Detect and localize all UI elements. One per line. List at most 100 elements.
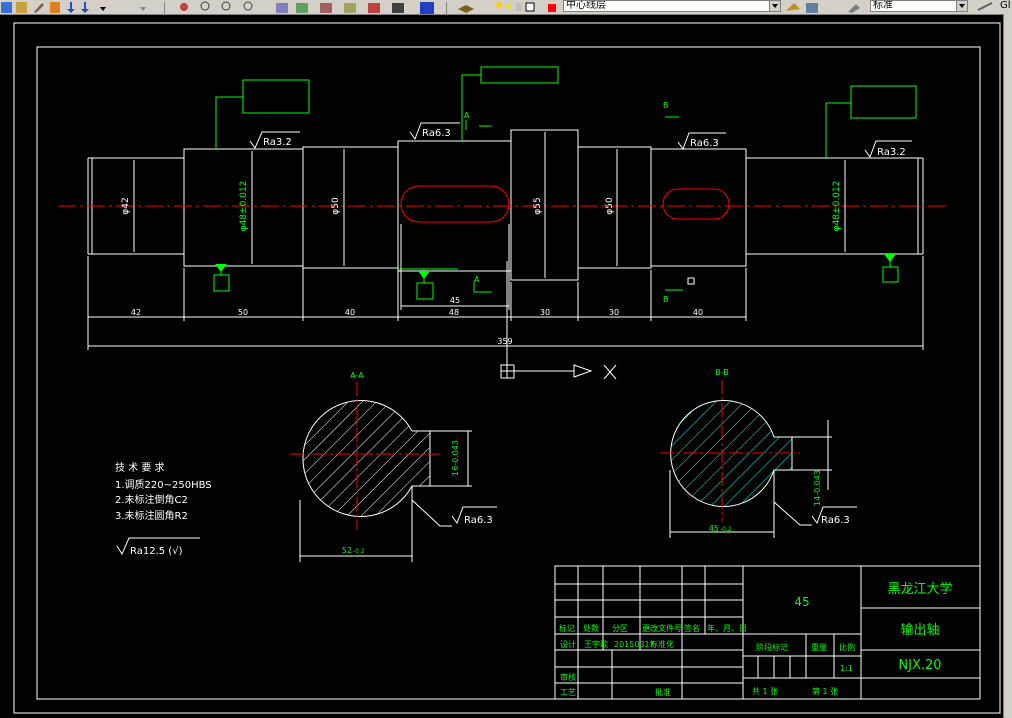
tb-scale: 1:1 [840,664,853,673]
tb-school: 黑龙江大学 [887,581,952,597]
general-roughness: Ra12.5 (√) [130,546,183,557]
section-b-width-dim: 45 [709,524,719,533]
undo-icon[interactable] [67,2,75,13]
layer-lock-icon[interactable] [516,3,522,11]
ucs-icon [500,261,617,380]
tb-design-label: 设计 [560,639,576,649]
roughness-label: Ra6.3 [690,138,719,149]
print-icon[interactable] [16,2,27,13]
total-length-label: 359 [497,337,512,346]
technical-notes: 技 术 要 求 1.调质220~250HBS 2.未标注倒角C2 3.未标注圆角… [115,461,212,557]
layer-freeze-icon[interactable] [506,3,512,9]
length-label: 48 [449,308,459,317]
tolerance-box [850,85,917,119]
sheet-set-icon[interactable] [344,3,356,13]
section-b-title: B-B [715,368,729,377]
open-icon[interactable] [1,2,12,13]
datum-box [213,274,230,292]
tb-part-name: 输出轴 [900,622,939,638]
tb-header: 处数 [583,623,599,633]
tool-palettes-icon[interactable] [320,3,332,13]
text-style-icon[interactable] [848,4,860,13]
layer-plot-icon[interactable] [525,2,535,12]
brush-icon[interactable] [34,3,44,13]
tolerance-box [480,66,559,84]
layer-color-icon[interactable] [548,4,556,12]
help-icon[interactable] [420,2,434,14]
tb-header: 更改文件号 [642,623,682,633]
calculator-icon[interactable] [392,3,404,13]
section-marker: A [474,275,480,284]
toolbar-separator [446,2,447,14]
vertical-scrollbar[interactable] [1003,14,1012,718]
roughness-label: Ra3.2 [263,137,292,148]
datum-box [416,282,434,300]
tb-approve-label: 批准 [655,687,671,697]
tb-sheet-no: 第 1 张 [812,686,838,696]
tb-header: 分区 [612,624,628,633]
chevron-down-icon [769,1,780,11]
section-b-key-dim: 14-0.043 [813,470,822,506]
zoom-window-icon[interactable] [221,1,231,11]
length-label: 42 [131,308,141,317]
section-a-key-dim: 16-0.043 [451,440,460,476]
length-label: 30 [609,308,619,317]
tolerance-box [242,79,310,114]
tb-material: 45 [794,595,809,609]
zoom-previous-icon[interactable] [243,1,253,11]
chevron-down-icon [956,1,967,11]
tb-std-label: 标准化 [650,639,674,649]
zoom-realtime-icon[interactable] [200,1,210,11]
section-a-title: A-A [350,371,364,380]
length-label: 50 [238,308,248,317]
make-current-icon[interactable] [786,3,800,11]
layer-on-icon[interactable] [496,2,502,8]
tb-scale-label: 比例 [839,642,855,652]
text-style-dropdown[interactable]: 标准 [870,0,968,12]
toolbar-separator [164,2,165,14]
toolbar-icons [1,1,993,14]
paste-icon[interactable] [50,2,60,13]
dia-label: φ48±0.012 [239,181,249,232]
tech-note-line: 2.未标注倒角C2 [115,493,188,506]
tb-review-label: 审核 [560,672,576,682]
dia-label: φ50 [605,197,615,215]
dia-label: φ48±0.012 [832,181,842,232]
dia-label: φ42 [121,197,131,214]
layer-dropdown-value: 中心线层 [566,0,606,11]
pan-icon[interactable] [180,3,188,11]
section-b-width-tol: -0.2 [720,526,732,533]
properties-icon[interactable] [276,3,288,13]
redo-icon[interactable] [81,2,89,13]
roughness-label: Ra3.2 [877,147,906,158]
layer-previous-icon[interactable] [806,3,818,13]
tb-header: 签名 [684,623,700,633]
length-labels: 42 50 40 48 30 30 40 45 359 [131,296,703,346]
layer-manager-icon[interactable] [458,5,474,13]
tech-notes-title: 技 术 要 求 [115,461,165,474]
markup-icon[interactable] [368,3,380,13]
dropdown-icon[interactable] [140,7,146,11]
shaft-outline-bottom [88,253,923,281]
roughness-symbols-main [249,122,912,159]
drawing-canvas[interactable]: φ42 φ48±0.012 φ50 φ55 φ50 φ48±0.012 A A … [0,14,1004,718]
section-a-width-tol: -0.2 [353,548,365,555]
section-a-roughness: Ra6.3 [464,515,493,526]
layer-dropdown[interactable]: 中心线层 [563,0,781,12]
dia-label: φ55 [533,197,543,214]
drawing-frame [36,46,981,700]
text-style-value: 标准 [873,0,893,11]
tech-note-line: 3.未标注圆角R2 [115,509,188,522]
roughness-label: Ra6.3 [422,128,451,139]
tb-process-label: 工艺 [560,688,576,697]
shaft-outline-top [88,129,923,159]
dim-style-dropdown-clipped[interactable]: Gl [1000,0,1011,12]
section-cut-markers [465,116,683,293]
dim-style-icon[interactable] [977,2,993,11]
tb-weight-label: 重量 [811,642,827,652]
datum-triangles [215,254,896,279]
tb-drawing-no: NJX.20 [898,658,941,673]
dropdown-icon[interactable] [100,7,106,11]
length-label: 30 [540,308,550,317]
design-center-icon[interactable] [296,3,308,13]
